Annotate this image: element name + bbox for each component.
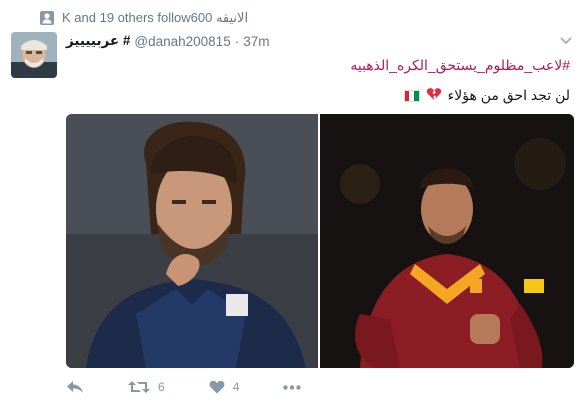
media-gallery[interactable] bbox=[66, 114, 574, 368]
social-context-text: K and 19 others followالانيقه 600 bbox=[62, 10, 249, 25]
italy-flag-icon bbox=[403, 89, 420, 102]
retweet-button[interactable]: 6 bbox=[128, 380, 165, 394]
chevron-down-icon[interactable] bbox=[558, 33, 574, 49]
like-button[interactable]: 4 bbox=[209, 380, 240, 394]
social-context[interactable]: K and 19 others followالانيقه 600 bbox=[40, 8, 248, 28]
timestamp[interactable]: 37m bbox=[243, 34, 269, 49]
avatar[interactable] bbox=[11, 32, 57, 78]
retweet-count: 6 bbox=[158, 380, 165, 394]
more-button[interactable] bbox=[283, 384, 302, 390]
reply-button[interactable] bbox=[66, 380, 84, 394]
more-icon bbox=[283, 384, 302, 390]
hashtag-link[interactable]: #لاعب_مظلوم_يستحق_الكره_الذهبيه bbox=[350, 57, 570, 74]
footballer-roma-kit-photo[interactable] bbox=[320, 114, 574, 368]
tweet-text: لن تجد احق من هؤلاء bbox=[447, 87, 570, 103]
reply-icon bbox=[67, 381, 83, 393]
user-handle[interactable]: @danah200815 bbox=[134, 34, 230, 49]
display-name[interactable]: عربييييز # bbox=[66, 33, 130, 49]
tweet-header: عربييييز # @danah200815 · 37m bbox=[66, 31, 576, 51]
separator: · bbox=[234, 33, 240, 49]
broken-heart-icon bbox=[426, 87, 442, 104]
footballer-italy-kit-photo[interactable] bbox=[66, 114, 318, 368]
tweet-text-line: لن تجد احق من هؤلاء bbox=[403, 87, 570, 104]
retweet-icon bbox=[128, 381, 150, 393]
person-icon bbox=[40, 11, 54, 25]
heart-icon bbox=[209, 380, 225, 394]
tweet-actions: 6 4 bbox=[66, 378, 345, 396]
like-count: 4 bbox=[232, 380, 240, 394]
